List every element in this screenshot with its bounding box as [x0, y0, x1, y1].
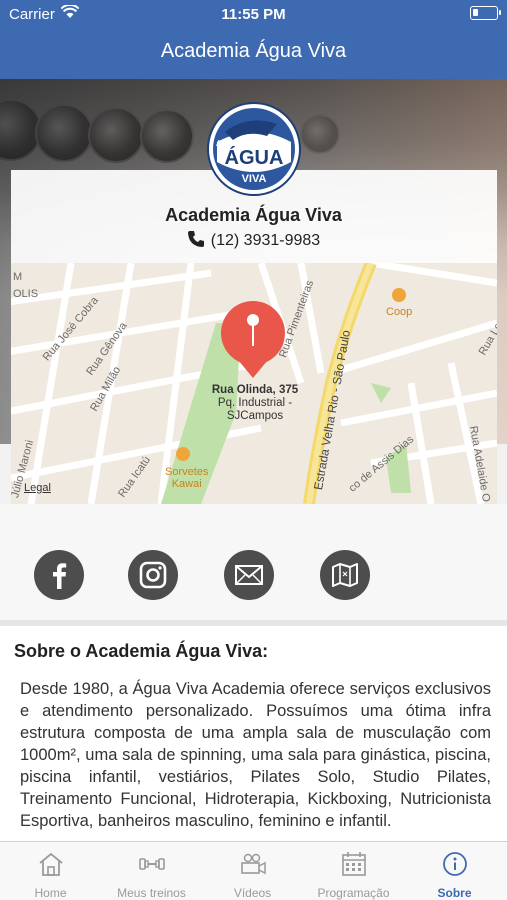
tab-sobre-label: Sobre — [437, 886, 472, 900]
home-icon — [39, 852, 63, 876]
gym-name: Academia Água Viva — [165, 205, 342, 225]
logo-main-text: ÁGUA — [225, 146, 284, 169]
location-pin-icon[interactable] — [220, 300, 286, 380]
info-icon — [443, 852, 467, 876]
phone-number[interactable]: (12) 3931-9983 — [211, 232, 320, 249]
tab-videos[interactable]: Vídeos — [202, 842, 303, 900]
map-poi-coop[interactable]: Coop — [386, 306, 412, 318]
instagram-button[interactable] — [128, 550, 178, 600]
academy-logo: ADEM ÁGUA VIVA — [207, 102, 301, 196]
facebook-icon — [53, 563, 67, 589]
tab-sobre[interactable]: Sobre — [404, 842, 505, 900]
mail-icon — [235, 565, 263, 585]
about-title: Sobre o Academia Água Viva: — [14, 641, 269, 661]
top-bar: Carrier 11:55 PM Academia Água Viva — [0, 0, 507, 79]
map-button[interactable] — [320, 550, 370, 600]
email-button[interactable] — [224, 550, 274, 600]
tab-meus-treinos-label: Meus treinos — [117, 886, 186, 900]
about-section: Sobre o Academia Água Viva: Desde 1980, … — [0, 626, 507, 841]
logo-bottom-text: VIVA — [242, 173, 267, 185]
phone-icon — [187, 231, 204, 247]
map-label-m: M — [13, 271, 23, 283]
map-legal-link[interactable]: Legal — [24, 482, 51, 494]
status-bar: Carrier 11:55 PM — [0, 0, 507, 28]
battery-icon — [470, 6, 501, 20]
about-text: Desde 1980, a Água Viva Academia oferece… — [20, 680, 491, 830]
facebook-button[interactable] — [34, 550, 84, 600]
map-poi-sorvetes[interactable]: Sorvetes Kawai — [165, 466, 208, 490]
social-links — [0, 504, 507, 620]
food-marker-icon[interactable] — [176, 447, 190, 461]
phone-number-row[interactable]: (12) 3931-9983 — [0, 230, 507, 250]
tab-home-label: Home — [34, 886, 67, 900]
calendar-icon — [342, 852, 366, 876]
tab-videos-label: Vídeos — [233, 886, 272, 900]
map-icon — [332, 563, 358, 587]
instagram-icon — [139, 561, 167, 589]
store-marker-icon[interactable] — [392, 288, 406, 302]
tab-home[interactable]: Home — [0, 842, 101, 900]
tab-bar: Home Meus treinos Vídeos Programação Sob… — [0, 841, 507, 900]
tab-programacao[interactable]: Programação — [303, 842, 404, 900]
dumbbell-icon — [139, 858, 165, 870]
nav-title: Academia Água Viva — [160, 40, 347, 62]
app-screen: Carrier 11:55 PM Academia Água Viva ADEM… — [0, 0, 507, 900]
tab-meus-treinos[interactable]: Meus treinos — [101, 842, 202, 900]
tab-programacao-label: Programação — [317, 886, 390, 900]
status-time: 11:55 PM — [221, 6, 286, 23]
map-label-olis: OLIS — [13, 288, 39, 300]
pin-address: Rua Olinda, 375 Pq. Industrial - SJCampo… — [211, 384, 299, 422]
video-camera-icon — [241, 853, 266, 875]
